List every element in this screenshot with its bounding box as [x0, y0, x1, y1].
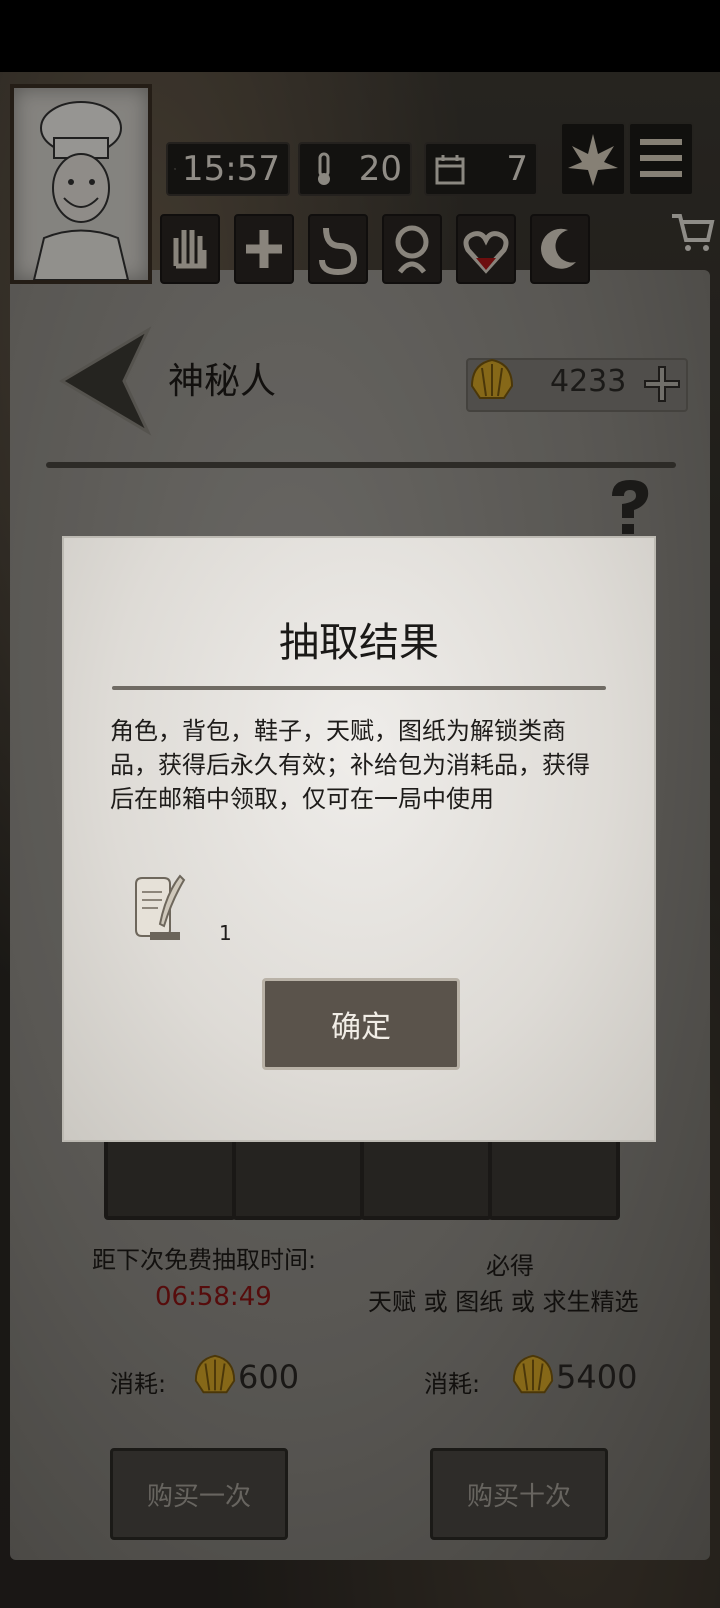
- dialog-description: 角色，背包，鞋子，天赋，图纸为解锁类商 品，获得后永久有效；补给包为消耗品，获得…: [110, 714, 610, 816]
- system-status-area: [0, 0, 720, 72]
- item-quantity: 1: [219, 921, 232, 945]
- dialog-title: 抽取结果: [279, 620, 439, 666]
- confirm-button[interactable]: 确定: [262, 978, 460, 1070]
- draw-result-dialog: 抽取结果 角色，背包，鞋子，天赋，图纸为解锁类商 品，获得后永久有效；补给包为消…: [64, 538, 654, 1140]
- dialog-divider: [112, 686, 606, 690]
- description-line: 后在邮箱中领取，仅可在一局中使用: [110, 785, 494, 813]
- scroll-quill-icon: [130, 874, 186, 944]
- description-line: 品，获得后永久有效；补给包为消耗品，获得: [110, 751, 590, 779]
- description-line: 角色，背包，鞋子，天赋，图纸为解锁类商: [110, 717, 566, 745]
